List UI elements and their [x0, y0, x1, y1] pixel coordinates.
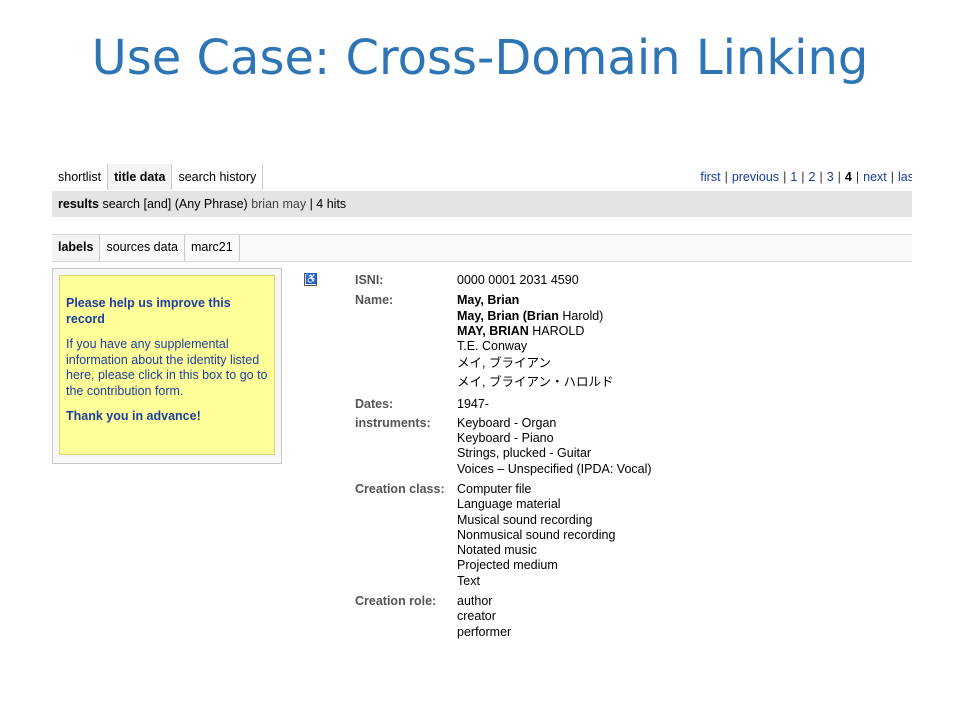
- name-variant: May, Brian: [457, 293, 520, 308]
- record-details: ISNI: 0000 0001 2031 4590 Name: May, Bri…: [355, 273, 905, 640]
- tab-title-data[interactable]: title data: [108, 164, 173, 190]
- creation-class-row: Creation class: Computer file Language m…: [355, 482, 905, 589]
- tab-shortlist[interactable]: shortlist: [52, 164, 109, 190]
- name-variant: May, Brian (Brian Harold): [457, 308, 604, 323]
- creation-role-item: performer: [457, 624, 512, 639]
- instrument-item: Voices – Unspecified (IPDA: Vocal): [457, 461, 652, 476]
- pager-last-link[interactable]: las: [898, 170, 912, 184]
- results-label: results: [58, 197, 99, 211]
- pager-first-link[interactable]: first: [700, 170, 720, 184]
- instruments-row: instruments: Keyboard - Organ Keyboard -…: [355, 416, 905, 477]
- accessibility-icon[interactable]: ♿: [304, 273, 317, 286]
- slide-title: Use Case: Cross-Domain Linking: [91, 30, 869, 86]
- name-variant-japanese: メイ, ブライアン: [457, 356, 551, 371]
- dates-value: 1947-: [457, 397, 489, 412]
- pager-page-2[interactable]: 2: [809, 170, 816, 184]
- results-hits: 4 hits: [316, 197, 347, 211]
- top-tab-bar: shortlist title data search history firs…: [48, 164, 912, 190]
- creation-class-label: Creation class:: [355, 481, 445, 496]
- creation-role-row: Creation role: author creator performer: [355, 594, 905, 640]
- pagination: first | previous | 1 | 2 | 3 | 4 | next | las: [700, 170, 912, 184]
- creation-class-item: Text: [457, 573, 480, 588]
- instruments-label: instruments:: [355, 415, 431, 430]
- instrument-item: Keyboard - Organ: [457, 415, 557, 430]
- creation-class-item: Notated music: [457, 543, 537, 558]
- pager-current-page: 4: [844, 170, 852, 184]
- results-bar: results search [and] (Any Phrase) brian …: [52, 191, 912, 217]
- help-thanks: Thank you in advance!: [66, 409, 201, 423]
- creation-class-item: Language material: [457, 497, 561, 512]
- view-tab-bar: labels sources data marc21: [52, 234, 912, 262]
- creation-class-item: Nonmusical sound recording: [457, 527, 616, 542]
- screenshot-panel: shortlist title data search history firs…: [48, 160, 912, 643]
- dates-row: Dates: 1947-: [355, 397, 905, 412]
- name-row: Name: May, Brian May, Brian (Brian Harol…: [355, 293, 905, 392]
- tab-search-history[interactable]: search history: [172, 164, 264, 190]
- creation-class-item: Computer file: [457, 481, 532, 496]
- name-variant-japanese: メイ, ブライアン・ハロルド: [457, 375, 614, 390]
- creation-role-label: Creation role:: [355, 594, 437, 609]
- isni-value: 0000 0001 2031 4590: [457, 273, 579, 287]
- name-label: Name:: [355, 293, 394, 308]
- pager-previous-link[interactable]: previous: [732, 170, 779, 184]
- creation-class-item: Projected medium: [457, 558, 558, 573]
- creation-class-item: Musical sound recording: [457, 512, 593, 527]
- contribution-prompt[interactable]: Please help us improve this record If yo…: [59, 275, 275, 455]
- isni-label: ISNI:: [355, 273, 384, 287]
- results-query-value: brian may: [251, 197, 307, 211]
- pager-next-link[interactable]: next: [863, 170, 887, 184]
- tab-marc21[interactable]: marc21: [185, 235, 240, 261]
- isni-row: ISNI: 0000 0001 2031 4590: [355, 273, 905, 288]
- instrument-item: Strings, plucked - Guitar: [457, 446, 592, 461]
- results-query-prefix: search [and] (Any Phrase): [102, 197, 248, 211]
- help-box-frame: Please help us improve this record If yo…: [52, 268, 282, 464]
- name-variant: T.E. Conway: [457, 339, 528, 354]
- help-heading: Please help us improve this record: [66, 296, 231, 326]
- pager-page-1[interactable]: 1: [790, 170, 797, 184]
- instrument-item: Keyboard - Piano: [457, 431, 554, 446]
- dates-label: Dates:: [355, 397, 394, 412]
- top-tabs: shortlist title data search history: [52, 164, 264, 190]
- tab-sources-data[interactable]: sources data: [100, 235, 186, 261]
- help-body: If you have any supplemental information…: [66, 337, 268, 398]
- name-variant: MAY, BRIAN HAROLD: [457, 323, 585, 338]
- tab-labels[interactable]: labels: [52, 235, 101, 261]
- creation-role-item: author: [457, 594, 493, 609]
- pager-page-3[interactable]: 3: [827, 170, 834, 184]
- creation-role-item: creator: [457, 609, 496, 624]
